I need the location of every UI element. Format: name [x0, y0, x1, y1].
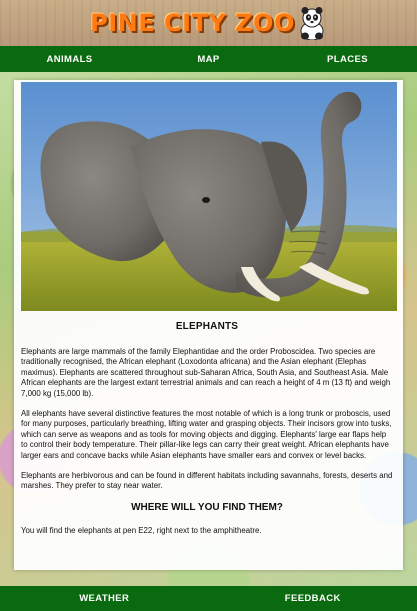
footer-feedback[interactable]: FEEDBACK — [209, 593, 417, 604]
logo-text: PINE CITY ZOO — [90, 9, 295, 37]
nav-map[interactable]: MAP — [139, 54, 278, 65]
main-nav: ANIMALS MAP PLACES — [0, 46, 417, 72]
content-card: ELEPHANTS Elephants are large mammals of… — [14, 80, 403, 570]
nav-animals[interactable]: ANIMALS — [0, 54, 139, 65]
location-heading: WHERE WILL YOU FIND THEM? — [131, 501, 283, 513]
paragraph-habitat: Elephants are herbivorous and can be fou… — [21, 471, 393, 491]
page-title: ELEPHANTS — [175, 321, 239, 332]
footer-weather[interactable]: WEATHER — [0, 593, 208, 604]
header: PINE CITY ZOO — [0, 0, 417, 46]
elephant-photo — [21, 82, 397, 311]
footer-nav: WEATHER FEEDBACK — [0, 586, 417, 611]
location-text: You will find the elephants at pen E22, … — [21, 525, 262, 535]
nav-places[interactable]: PLACES — [278, 54, 417, 65]
panda-icon — [300, 7, 324, 40]
paragraph-intro: Elephants are large mammals of the famil… — [21, 347, 391, 398]
article: ELEPHANTS Elephants are large mammals of… — [21, 318, 393, 546]
logo[interactable]: PINE CITY ZOO — [90, 6, 327, 40]
elephant-image — [21, 82, 397, 311]
paragraph-features: All elephants have several distinctive f… — [21, 409, 392, 460]
